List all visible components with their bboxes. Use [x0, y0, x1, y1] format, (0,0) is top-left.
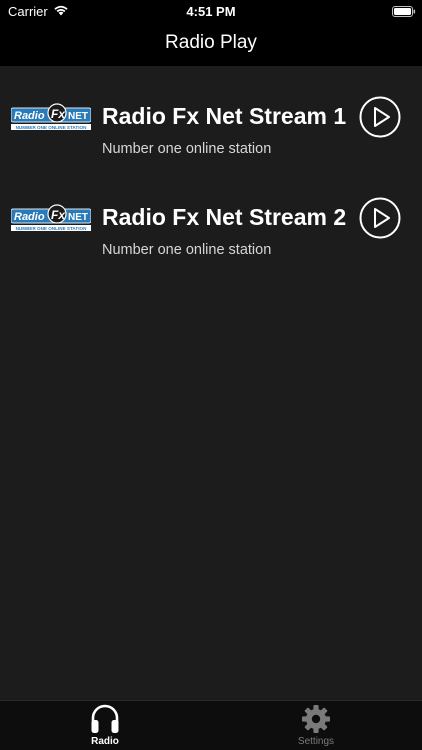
station-logo: Radio Fx NET NUMBER ONE ONLINE STATION [10, 203, 92, 235]
svg-text:NET: NET [68, 111, 88, 122]
svg-text:Radio: Radio [14, 110, 45, 122]
tab-label: Settings [297, 736, 335, 747]
tab-radio[interactable]: Radio [65, 703, 145, 750]
play-button[interactable] [359, 96, 401, 138]
screen: Carrier 4:51 PM Radio Play Radio Fx NET … [0, 0, 422, 750]
tab-label: Radio [91, 736, 119, 747]
tab-settings[interactable]: Settings [276, 703, 356, 750]
station-title: Radio Fx Net Stream 1 [102, 103, 347, 129]
svg-text:NET: NET [68, 212, 88, 223]
play-icon [359, 96, 401, 138]
station-row-1[interactable]: Radio Fx NET NUMBER ONE ONLINE STATION R… [0, 66, 422, 167]
svg-text:Fx: Fx [51, 208, 66, 222]
page-title: Radio Play [165, 32, 257, 53]
svg-text:Fx: Fx [51, 107, 66, 121]
station-list: Radio Fx NET NUMBER ONE ONLINE STATION R… [0, 66, 422, 268]
gear-icon [301, 703, 331, 735]
station-row-2[interactable]: Radio Fx NET NUMBER ONE ONLINE STATION R… [0, 167, 422, 268]
play-button[interactable] [359, 197, 401, 239]
station-subtitle: Number one online station [102, 242, 272, 258]
status-time: 4:51 PM [186, 4, 236, 19]
play-icon [359, 197, 401, 239]
svg-text:NUMBER ONE ONLINE STATION: NUMBER ONE ONLINE STATION [16, 125, 87, 130]
svg-text:NUMBER ONE ONLINE STATION: NUMBER ONE ONLINE STATION [16, 226, 87, 231]
status-bar: Carrier 4:51 PM [0, 0, 422, 22]
battery-icon [392, 5, 416, 17]
svg-text:Radio: Radio [14, 211, 45, 223]
station-logo: Radio Fx NET NUMBER ONE ONLINE STATION [10, 102, 92, 134]
headphones-icon [90, 703, 120, 735]
nav-bar: Radio Play [0, 22, 422, 66]
tab-bar: Radio Settings [0, 700, 422, 750]
station-title: Radio Fx Net Stream 2 [102, 204, 347, 230]
station-subtitle: Number one online station [102, 141, 272, 157]
